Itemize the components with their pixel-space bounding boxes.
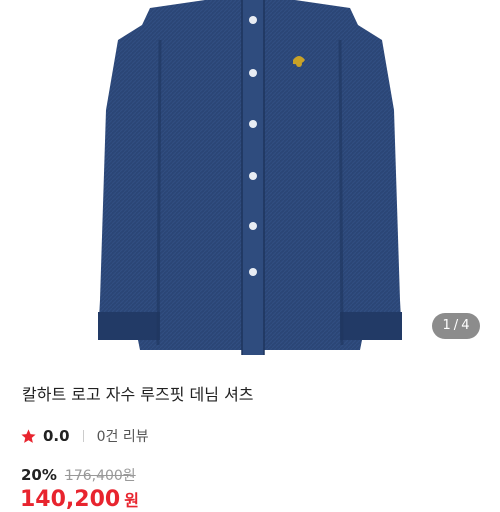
rating-divider [82, 430, 84, 442]
image-counter-separator: / [453, 318, 459, 333]
price-row: 20% 176,400원 [21, 465, 136, 485]
product-title: 칼하트 로고 자수 루즈핏 데님 셔츠 [22, 385, 254, 404]
image-counter-total: 4 [461, 318, 470, 333]
star-icon [20, 428, 37, 445]
image-counter: 1/4 [432, 313, 480, 339]
rating-row[interactable]: 0.0 0건 리뷰 [20, 425, 149, 447]
original-price: 176,400원 [64, 468, 136, 484]
rating-value: 0.0 [43, 427, 70, 445]
review-count-link[interactable]: 0건 리뷰 [97, 426, 149, 446]
discount-rate: 20% [21, 466, 57, 484]
sale-price-unit: 원 [124, 491, 139, 510]
product-image[interactable]: 1/4 [0, 0, 500, 360]
image-counter-current: 1 [442, 318, 451, 333]
denim-shirt-image [98, 0, 402, 355]
